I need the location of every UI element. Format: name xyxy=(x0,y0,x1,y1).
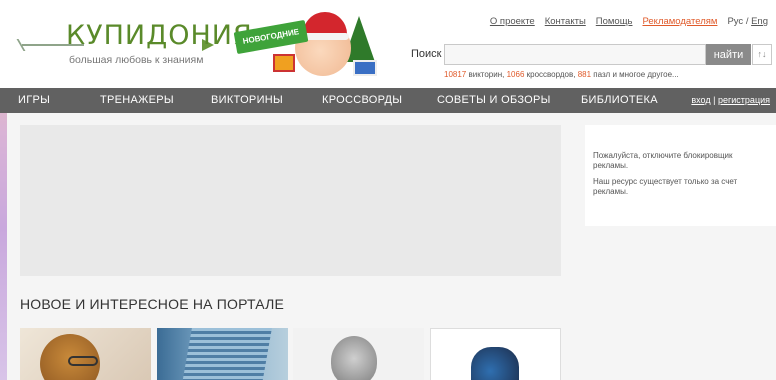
header: КУПИДОНИЯ большая любовь к знаниям НОВОГ… xyxy=(0,0,776,88)
logo[interactable]: КУПИДОНИЯ большая любовь к знаниям xyxy=(22,18,252,70)
article-card[interactable] xyxy=(293,328,424,380)
nav-item-tips[interactable]: СОВЕТЫ И ОБЗОРЫ xyxy=(437,88,551,113)
lang-ru[interactable]: Рус xyxy=(727,16,743,27)
nav-item-trainers[interactable]: ТРЕНАЖЕРЫ xyxy=(100,88,174,113)
backpack-image xyxy=(471,347,519,380)
gift-box-icon xyxy=(273,54,295,72)
article-card[interactable] xyxy=(157,328,288,380)
man-portrait-image xyxy=(331,336,377,380)
ad-placeholder xyxy=(20,125,561,276)
puzzles-count: 881 xyxy=(577,70,592,79)
skyscraper-image xyxy=(182,328,272,380)
contacts-link[interactable]: Контакты xyxy=(545,16,586,27)
language-switcher: Рус / Eng xyxy=(727,16,768,27)
sort-icon[interactable]: ↑↓ xyxy=(752,44,772,65)
nav-item-crosswords[interactable]: КРОССВОРДЫ xyxy=(322,88,402,113)
logo-subtitle: большая любовь к знаниям xyxy=(69,54,204,66)
glasses-icon xyxy=(68,356,98,366)
quizzes-label: викторин, xyxy=(466,70,507,79)
puzzles-label: пазл и многое другое... xyxy=(591,70,679,79)
article-card[interactable] xyxy=(430,328,561,380)
santa-hat-icon xyxy=(301,12,349,40)
nav-item-quizzes[interactable]: ВИКТОРИНЫ xyxy=(211,88,283,113)
adblock-notice: Пожалуйста, отключите блокировщик реклам… xyxy=(585,125,776,226)
nav-item-library[interactable]: БИБЛИОТЕКА xyxy=(581,88,658,113)
site-stats: 10817 викторин, 1066 кроссвордов, 881 па… xyxy=(444,70,679,79)
adblock-message-1: Пожалуйста, отключите блокировщик реклам… xyxy=(593,151,733,170)
new-year-promo[interactable]: НОВОГОДНИЕ xyxy=(233,12,383,78)
auth-links: вход | регистрация xyxy=(691,88,770,113)
article-card[interactable] xyxy=(20,328,151,380)
login-link[interactable]: вход xyxy=(691,95,710,105)
crosswords-count: 1066 xyxy=(506,70,525,79)
section-title: НОВОЕ И ИНТЕРЕСНОЕ НА ПОРТАЛЕ xyxy=(20,296,285,312)
top-links: О проекте Контакты Помощь Рекламодателям… xyxy=(490,16,768,27)
help-link[interactable]: Помощь xyxy=(596,16,633,27)
lang-en-link[interactable]: Eng xyxy=(751,16,768,27)
search-input[interactable] xyxy=(444,44,706,65)
search-label: Поиск xyxy=(411,48,442,60)
search-button[interactable]: найти xyxy=(706,44,751,65)
lang-separator: / xyxy=(745,16,749,27)
logo-title: КУПИДОНИЯ xyxy=(66,20,253,51)
register-link[interactable]: регистрация xyxy=(718,95,770,105)
main-nav: ИГРЫ ТРЕНАЖЕРЫ ВИКТОРИНЫ КРОССВОРДЫ СОВЕ… xyxy=(0,88,776,113)
gift-box-icon xyxy=(353,60,377,76)
crosswords-label: кроссвордов, xyxy=(524,70,578,79)
nav-item-games[interactable]: ИГРЫ xyxy=(18,88,50,113)
auth-separator: | xyxy=(713,95,716,105)
quizzes-count: 10817 xyxy=(444,70,467,79)
about-link[interactable]: О проекте xyxy=(490,16,535,27)
advertisers-link[interactable]: Рекламодателям xyxy=(642,16,717,27)
adblock-message-2: Наш ресурс существует только за счет рек… xyxy=(593,177,738,196)
